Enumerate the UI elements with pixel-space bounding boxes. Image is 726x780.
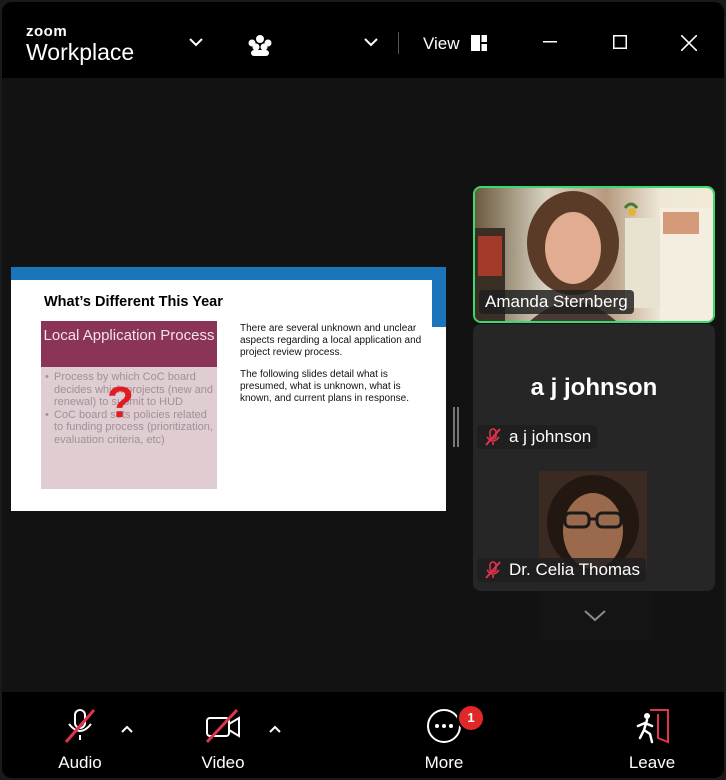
audio-label: Audio — [58, 753, 102, 772]
view-button[interactable]: View — [423, 34, 460, 54]
maximize-icon[interactable] — [610, 32, 630, 52]
slide-title: What’s Different This Year — [44, 294, 223, 310]
participant-display-name: a j johnson — [530, 374, 658, 401]
video-off-icon — [205, 708, 240, 744]
slide-top-bar — [11, 267, 446, 280]
slide-side-bar — [432, 267, 446, 327]
audio-button[interactable]: Audio — [52, 708, 108, 773]
mic-muted-icon — [485, 428, 501, 446]
chevron-down-icon[interactable] — [186, 32, 206, 52]
chevron-down-icon[interactable] — [361, 32, 381, 52]
participant-tile-aj-johnson[interactable]: a j johnson a j johnson Dr. Celia Thomas — [473, 324, 715, 591]
chevron-down-icon — [584, 610, 606, 622]
participants-icon[interactable] — [246, 33, 274, 59]
notification-badge: 1 — [457, 704, 485, 732]
leave-button[interactable]: Leave — [624, 708, 680, 773]
audio-options-chevron-up-icon[interactable] — [121, 720, 133, 736]
participant-name-tag: a j johnson — [477, 425, 598, 449]
title-bar: zoom Workplace View — [2, 2, 724, 78]
slide-paragraph: There are several unknown and unclear as… — [240, 323, 422, 358]
scroll-participants-down-button[interactable] — [539, 591, 651, 641]
leave-icon — [636, 709, 669, 744]
meeting-stage: What’s Different This Year Local Applica… — [2, 78, 724, 692]
zoom-workplace-logo: zoom Workplace — [26, 24, 134, 65]
participant-name: Amanda Sternberg — [485, 292, 628, 311]
participant-name-tag: Dr. Celia Thomas — [477, 558, 647, 582]
panel-resize-handle[interactable] — [453, 407, 459, 447]
zoom-meeting-window: zoom Workplace View What’s Different Thi… — [2, 2, 724, 778]
participant-tile-amanda[interactable]: Amanda Sternberg — [473, 186, 715, 323]
participant-name: Dr. Celia Thomas — [509, 560, 641, 579]
leave-label: Leave — [628, 753, 676, 772]
video-label: Video — [201, 753, 245, 772]
close-icon[interactable] — [678, 32, 700, 54]
divider — [398, 32, 399, 54]
mic-muted-icon — [64, 709, 96, 743]
layout-icon[interactable] — [470, 34, 488, 52]
more-label: More — [424, 753, 464, 772]
slide-box-heading: Local Application Process — [41, 321, 217, 367]
participant-video — [539, 471, 647, 571]
brand-bottom: Workplace — [26, 39, 135, 65]
participant-name-tag: Amanda Sternberg — [479, 290, 634, 314]
video-button[interactable]: Video — [195, 708, 251, 773]
mic-muted-icon — [485, 561, 501, 579]
slide-body-text: There are several unknown and unclear as… — [240, 323, 428, 415]
meeting-toolbar: Audio Video More 1 Leave — [2, 692, 724, 778]
minimize-icon[interactable] — [540, 32, 560, 52]
video-options-chevron-up-icon[interactable] — [269, 720, 281, 736]
participant-name: a j johnson — [509, 427, 592, 446]
shared-screen[interactable]: What’s Different This Year Local Applica… — [11, 267, 446, 511]
brand-top: zoom — [26, 23, 68, 40]
slide-paragraph: The following slides detail what is pres… — [240, 369, 409, 404]
question-mark-overlay: ? — [107, 378, 134, 427]
